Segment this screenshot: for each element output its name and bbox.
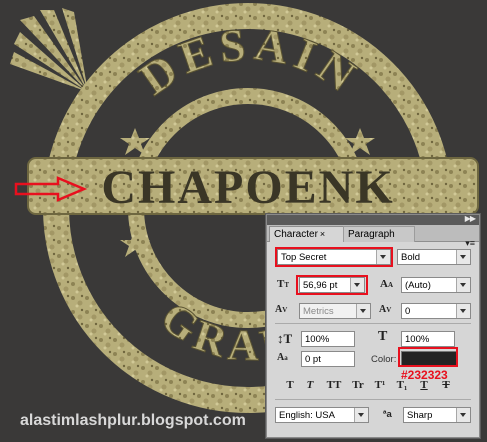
panel-title-bar[interactable]: ▶▶ — [267, 214, 479, 225]
horizontal-scale-icon: T — [378, 329, 388, 344]
color-highlight — [398, 347, 458, 367]
subscript-button[interactable]: T₁ — [393, 378, 411, 392]
strikethrough-button[interactable]: T — [437, 378, 455, 392]
type-style-buttons: T T TT Tr T¹ T₁ T T — [281, 378, 471, 394]
arrow-annotation-icon — [14, 176, 88, 202]
baseline-shift-field[interactable]: 0 pt — [301, 351, 355, 367]
baseline-shift-icon: Aa — [277, 352, 288, 363]
double-arrow-icon[interactable]: ▶▶ — [465, 214, 476, 223]
leading-icon: AA — [380, 278, 394, 290]
faux-bold-button[interactable]: T — [281, 378, 299, 392]
font-family-highlight — [275, 247, 393, 267]
font-size-icon: TT — [277, 278, 290, 290]
tab-paragraph[interactable]: Paragraph — [343, 226, 415, 242]
all-caps-button[interactable]: TT — [323, 378, 345, 392]
font-style-dropdown[interactable]: Bold — [397, 249, 471, 265]
font-size-highlight — [296, 275, 368, 295]
chevron-down-icon — [456, 304, 470, 318]
superscript-button[interactable]: T¹ — [371, 378, 389, 392]
vertical-scale-field[interactable]: 100% — [301, 331, 355, 347]
chevron-down-icon — [356, 304, 370, 318]
faux-italic-button[interactable]: T — [301, 378, 319, 392]
divider — [275, 399, 471, 400]
watermark-text: alastimlashplur.blogspot.com — [20, 412, 246, 429]
chevron-down-icon — [456, 250, 470, 264]
chevron-down-icon — [456, 408, 470, 422]
tab-character[interactable]: Character × — [269, 226, 349, 242]
tracking-icon: AV — [379, 304, 392, 315]
chevron-down-icon — [354, 408, 368, 422]
language-dropdown[interactable]: English: USA — [275, 407, 369, 423]
tassel-decoration — [10, 8, 99, 101]
chevron-down-icon — [456, 278, 470, 292]
character-panel: ▶▶ Character × Paragraph ▾≡ Top Secret Bo… — [266, 214, 480, 438]
small-caps-button[interactable]: Tr — [347, 378, 369, 392]
antialias-dropdown[interactable]: Sharp — [403, 407, 471, 423]
color-label: Color: — [371, 354, 397, 365]
vertical-scale-icon: ↕T — [277, 331, 293, 346]
panel-menu-icon[interactable]: ▾≡ — [465, 238, 475, 249]
kerning-field[interactable]: Metrics — [299, 303, 371, 319]
close-icon[interactable]: × — [320, 229, 325, 239]
kerning-icon: AV — [275, 304, 288, 315]
tracking-field[interactable]: 0 — [401, 303, 471, 319]
underline-button[interactable]: T — [415, 378, 433, 392]
center-banner-text: CHAPOENK — [101, 161, 394, 214]
antialias-icon: ªa — [383, 409, 392, 420]
horizontal-scale-field[interactable]: 100% — [401, 331, 455, 347]
divider — [275, 323, 471, 324]
leading-field[interactable]: (Auto) — [401, 277, 471, 293]
panel-tab-bar: Character × Paragraph ▾≡ — [267, 225, 479, 248]
